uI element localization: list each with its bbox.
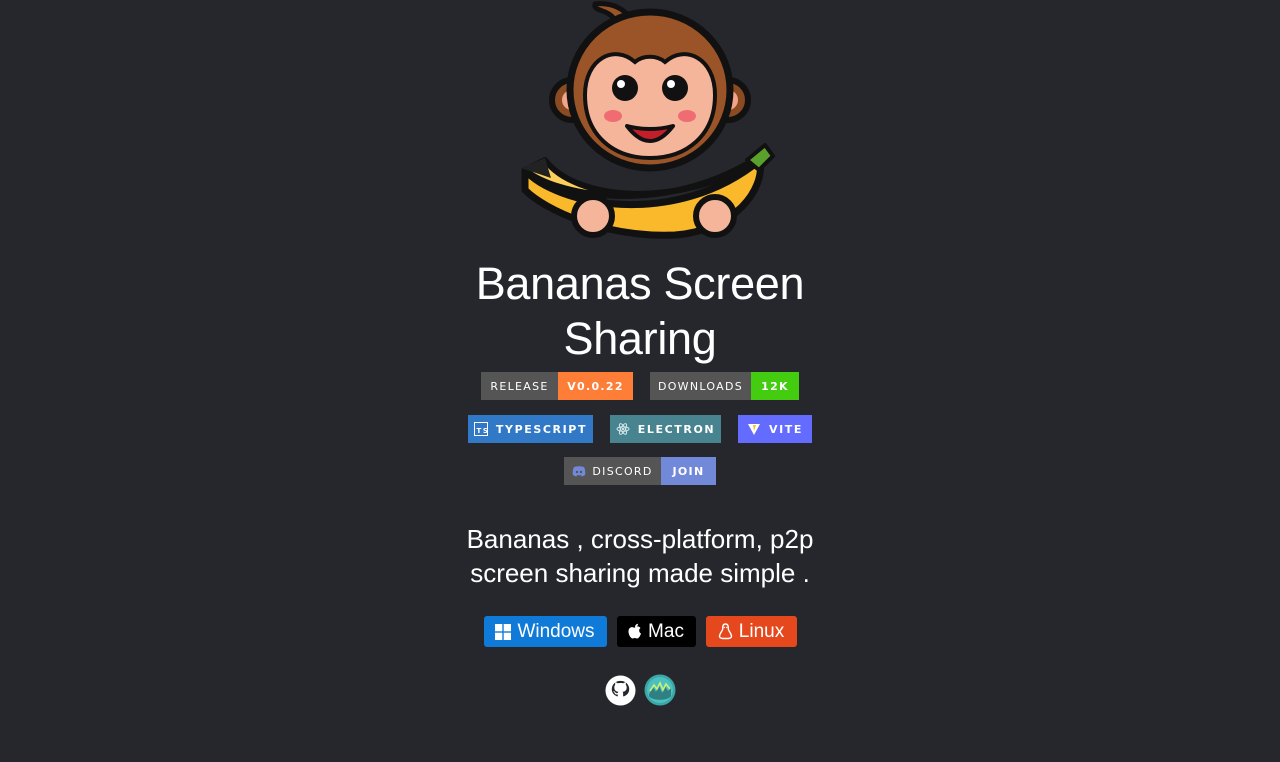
release-badge[interactable]: RELEASE V0.0.22: [481, 372, 633, 400]
discord-label-wrap: DISCORD: [564, 457, 661, 485]
github-icon: [604, 674, 636, 706]
mac-label: Mac: [648, 620, 684, 642]
linux-tux-icon: [718, 623, 733, 640]
downloads-badge[interactable]: DOWNLOADS 12K: [650, 372, 799, 400]
typescript-label: TYPESCRIPT: [495, 422, 588, 436]
typescript-icon: TS: [473, 422, 488, 436]
monkey-logo: [515, 0, 777, 245]
linux-download-button[interactable]: Linux: [705, 616, 797, 647]
description-line-1: Bananas , cross-platform, p2p: [466, 524, 814, 554]
electron-label: ELECTRON: [637, 422, 716, 436]
page-title: Bananas Screen Sharing: [0, 256, 1280, 366]
discord-badge[interactable]: DISCORD JOIN: [564, 457, 716, 485]
typescript-badge[interactable]: TS TYPESCRIPT: [468, 415, 593, 443]
download-buttons: Windows Mac Linux: [0, 616, 1280, 647]
globe-icon: [644, 674, 676, 706]
vite-badge[interactable]: VITE: [738, 415, 812, 443]
electron-badge[interactable]: ELECTRON: [610, 415, 721, 443]
discord-icon: [572, 465, 586, 477]
title-line-2: Sharing: [563, 313, 717, 364]
release-value: V0.0.22: [558, 372, 633, 400]
title-line-1: Bananas Screen: [475, 258, 805, 309]
linux-label: Linux: [738, 620, 785, 642]
mac-download-button[interactable]: Mac: [616, 616, 696, 647]
github-link[interactable]: [604, 674, 636, 706]
downloads-label: DOWNLOADS: [650, 372, 751, 400]
electron-icon: [616, 422, 630, 436]
description: Bananas , cross-platform, p2p screen sha…: [0, 522, 1280, 590]
badge-row-tech: TS TYPESCRIPT ELECTRON VITE: [0, 415, 1280, 443]
discord-value: JOIN: [661, 457, 716, 485]
windows-label: Windows: [517, 620, 595, 642]
release-label: RELEASE: [481, 372, 558, 400]
description-line-2: screen sharing made simple .: [470, 558, 810, 588]
website-link[interactable]: [644, 674, 676, 706]
vite-label: VITE: [768, 422, 804, 436]
footer-links: [0, 674, 1280, 706]
apple-icon: [628, 623, 642, 640]
badge-row-discord: DISCORD JOIN: [0, 457, 1280, 485]
windows-download-button[interactable]: Windows: [483, 616, 607, 647]
vite-icon: [747, 422, 761, 436]
svg-text:TS: TS: [476, 427, 488, 435]
windows-icon: [495, 623, 512, 640]
badge-row-release: RELEASE V0.0.22 DOWNLOADS 12K: [0, 372, 1280, 400]
discord-label: DISCORD: [592, 464, 653, 478]
downloads-value: 12K: [751, 372, 799, 400]
